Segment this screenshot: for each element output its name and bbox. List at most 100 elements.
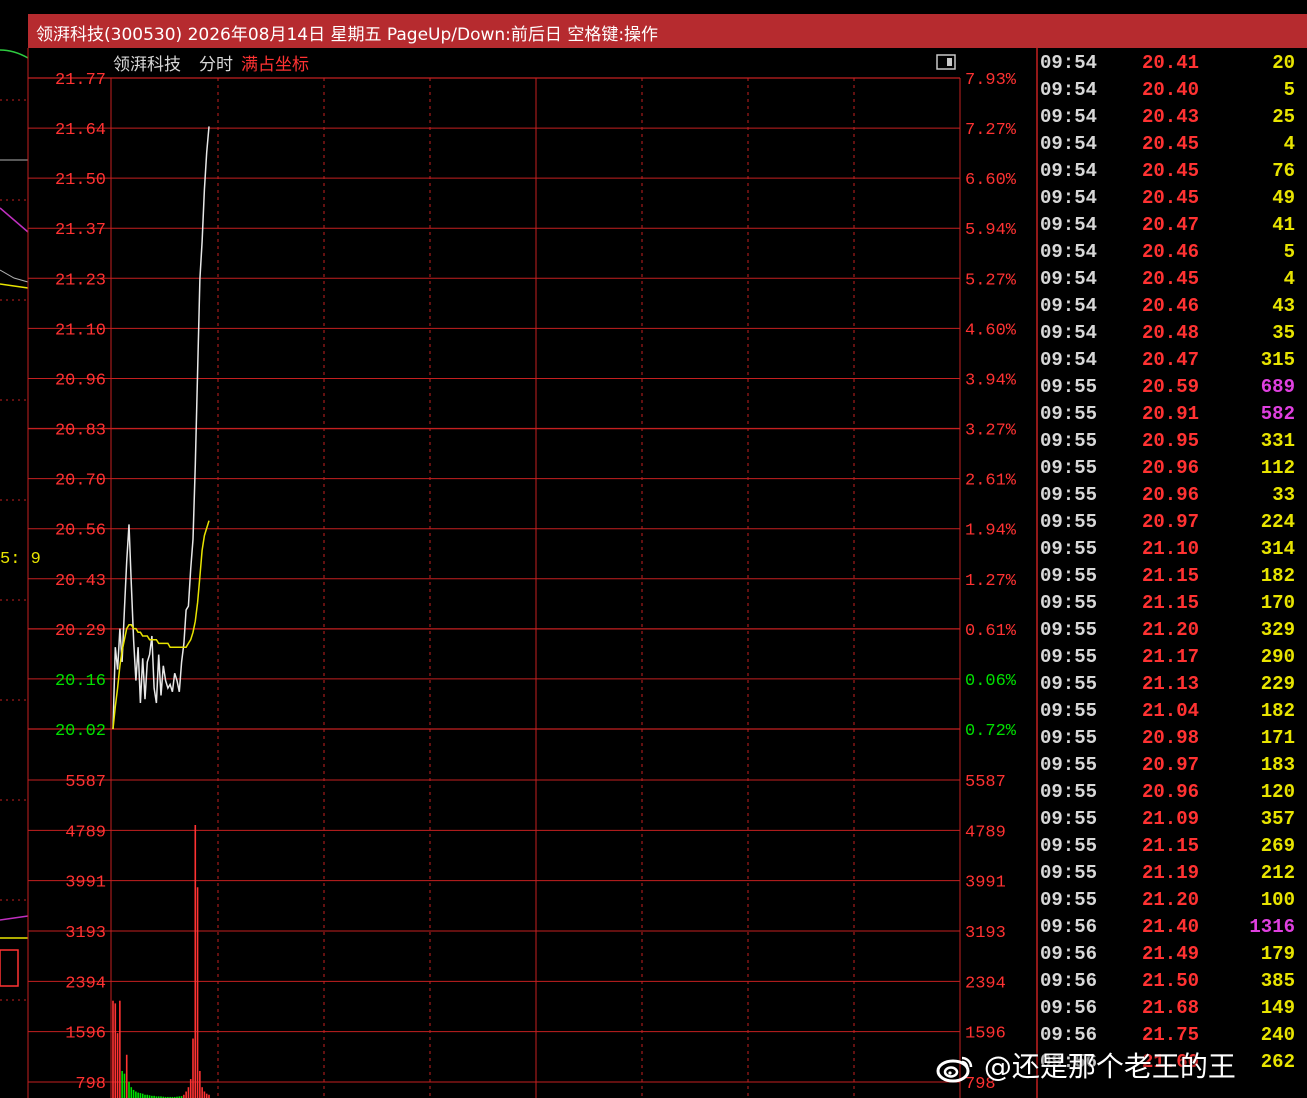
volume-tick-label-right: 4789 [965,823,1006,842]
tick-price: 21.19 [1142,862,1199,884]
tick-price: 21.15 [1142,835,1199,857]
tick-time: 09:54 [1040,106,1097,128]
volume-tick-label-right: 2394 [965,974,1006,993]
tick-price: 20.97 [1142,754,1199,776]
tick-time: 09:55 [1040,376,1097,398]
tick-price: 20.46 [1142,241,1199,263]
tick-time: 09:54 [1040,52,1097,74]
tick-volume: 43 [1272,295,1295,317]
tick-time: 09:54 [1040,322,1097,344]
tick-time: 09:55 [1040,457,1097,479]
tick-price: 20.41 [1142,52,1199,74]
price-tick-label: 20.83 [55,422,106,441]
price-tick-label: 21.77 [55,71,106,90]
left-strip-text: 5: 9 [0,550,41,569]
price-tick-label: 20.02 [55,722,106,741]
tick-time: 09:54 [1040,295,1097,317]
tick-price: 20.45 [1142,133,1199,155]
pct-tick-label: 1.27% [965,572,1017,591]
tick-price: 20.43 [1142,106,1199,128]
tick-time: 09:55 [1040,835,1097,857]
tick-time: 09:54 [1040,133,1097,155]
tick-price: 20.46 [1142,295,1199,317]
tick-volume: 5 [1284,241,1295,263]
tick-price: 21.13 [1142,673,1199,695]
tick-time: 09:55 [1040,862,1097,884]
price-tick-label: 20.43 [55,572,106,591]
tick-volume: 315 [1261,349,1295,371]
tick-volume: 182 [1261,700,1295,722]
tick-volume: 262 [1261,1051,1295,1073]
price-tick-label: 20.56 [55,522,106,541]
tick-volume: 331 [1261,430,1295,452]
window-restore-icon[interactable] [936,54,956,70]
tick-time: 09:55 [1040,538,1097,560]
tick-price: 21.50 [1142,970,1199,992]
tick-volume: 290 [1261,646,1295,668]
tick-volume: 182 [1261,565,1295,587]
tick-volume: 4 [1284,133,1295,155]
price-tick-label: 21.37 [55,221,106,240]
pct-tick-label: 7.93% [965,71,1017,90]
pct-tick-label: 0.06% [965,672,1017,691]
tick-price: 21.20 [1142,889,1199,911]
tick-time: 09:55 [1040,781,1097,803]
volume-tick-label-right: 3991 [965,874,1006,893]
tick-time: 09:55 [1040,754,1097,776]
price-tick-label: 20.16 [55,672,106,691]
weibo-icon [936,1056,973,1083]
pct-tick-label: 0.61% [965,622,1017,641]
tick-time: 09:55 [1040,808,1097,830]
left-strip-line [0,269,29,283]
price-tick-label: 21.23 [55,271,106,290]
tick-volume: 49 [1272,187,1295,209]
tick-time: 09:55 [1040,592,1097,614]
price-tick-label: 21.64 [55,121,106,140]
tick-volume: 240 [1261,1024,1295,1046]
tick-time: 09:55 [1040,700,1097,722]
volume-tick-label: 798 [75,1075,106,1094]
tick-volume: 357 [1261,808,1295,830]
tick-volume: 4 [1284,268,1295,290]
tick-time: 09:54 [1040,349,1097,371]
tick-volume: 170 [1261,592,1295,614]
tick-price: 20.96 [1142,781,1199,803]
axis-option-toggle[interactable]: 满占坐标 [241,55,309,75]
left-strip-line [0,207,29,233]
volume-tick-label: 3193 [65,924,106,943]
pct-tick-label: 4.60% [965,321,1017,340]
tick-volume: 582 [1261,403,1295,425]
tick-volume: 179 [1261,943,1295,965]
tick-time: 09:55 [1040,565,1097,587]
tick-price: 21.15 [1142,592,1199,614]
tick-time: 09:55 [1040,619,1097,641]
tick-volume: 269 [1261,835,1295,857]
icon-part [936,54,956,70]
tick-time: 09:55 [1040,889,1097,911]
tick-price: 20.45 [1142,187,1199,209]
tick-volume: 149 [1261,997,1295,1019]
tick-price: 20.48 [1142,322,1199,344]
tick-volume: 224 [1261,511,1295,533]
volume-tick-label-right: 1596 [965,1025,1006,1044]
tick-volume: 183 [1261,754,1295,776]
tick-volume: 689 [1261,376,1295,398]
tick-price: 21.15 [1142,565,1199,587]
price-tick-label: 20.29 [55,622,106,641]
tick-time: 09:55 [1040,403,1097,425]
tick-price: 20.97 [1142,511,1199,533]
tick-volume: 329 [1261,619,1295,641]
volume-tick-label: 4789 [65,823,106,842]
tick-volume: 385 [1261,970,1295,992]
tick-volume: 25 [1272,106,1295,128]
tick-time: 09:55 [1040,511,1097,533]
tick-volume: 314 [1261,538,1295,560]
tick-price: 21.68 [1142,997,1199,1019]
tick-price: 20.47 [1142,214,1199,236]
intraday-chart[interactable]: 5: 9 领湃科技 分时 满占坐标 21.77 7.93% 21.64 7.27% 21.50 6… [0,0,1307,1098]
tick-time: 09:54 [1040,160,1097,182]
tick-volume: 5 [1284,79,1295,101]
price-tick-label: 21.50 [55,171,106,190]
volume-tick-label-right: 5587 [965,773,1006,792]
left-strip-box [0,949,19,987]
